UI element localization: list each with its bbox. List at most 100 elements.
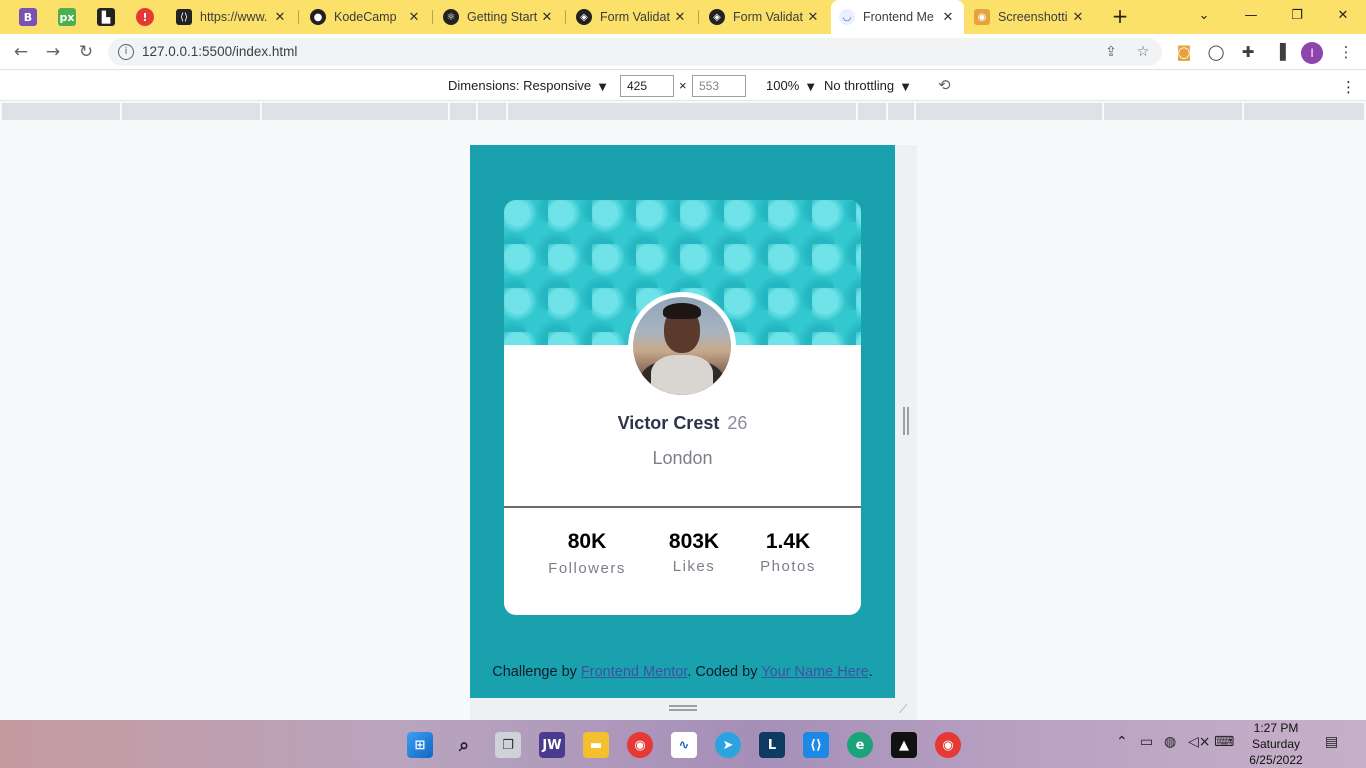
chrome-icon[interactable]: ◉: [935, 732, 961, 758]
height-input[interactable]: 553: [692, 75, 746, 97]
url-text: 127.0.0.1:5500/index.html: [142, 44, 298, 59]
rotate-icon[interactable]: ⟲: [938, 76, 951, 94]
edge-icon[interactable]: e: [847, 732, 873, 758]
keyboard-icon[interactable]: ⌨: [1214, 734, 1234, 750]
attribution-middle: . Coded by: [687, 664, 762, 680]
pinned-tab-bootstrap[interactable]: B: [17, 6, 39, 28]
site-info-icon[interactable]: i: [118, 44, 134, 60]
profile-card: Victor Crest 26 London 80K Followers 803K…: [504, 200, 861, 615]
bookmark-star-icon[interactable]: ☆: [1132, 42, 1154, 62]
avatar[interactable]: I: [1301, 42, 1323, 64]
tab-2[interactable]: ⚛ Getting Start ✕: [435, 4, 563, 30]
forward-icon[interactable]: →: [41, 40, 65, 64]
windows-start-icon[interactable]: ⊞: [407, 732, 433, 758]
close-icon[interactable]: ✕: [406, 10, 422, 25]
zoom-dropdown[interactable]: 100% ▼: [766, 78, 815, 93]
stat-label: Likes: [672, 558, 716, 575]
close-icon[interactable]: ✕: [272, 10, 288, 25]
jw-icon[interactable]: JW: [539, 732, 565, 758]
reload-icon[interactable]: ↻: [74, 40, 98, 64]
codepen-icon: ◈: [709, 9, 725, 25]
close-icon[interactable]: ✕: [1070, 10, 1086, 25]
new-tab-button[interactable]: +: [1108, 4, 1132, 30]
extension-icon[interactable]: ◯: [1205, 42, 1227, 62]
close-icon[interactable]: ✕: [940, 10, 956, 25]
dimensions-dropdown[interactable]: Dimensions: Responsive ▼: [448, 78, 606, 93]
restore-button[interactable]: ❐: [1274, 4, 1320, 30]
tab-title: Frontend Me: [863, 10, 934, 24]
libreoffice-icon[interactable]: L: [759, 732, 785, 758]
card-divider: [504, 506, 861, 508]
stocks-icon[interactable]: ∿: [671, 732, 697, 758]
media-query-bar[interactable]: [2, 103, 1364, 120]
frontend-mentor-icon: ◡: [839, 9, 855, 25]
close-icon[interactable]: ✕: [805, 10, 821, 25]
back-icon[interactable]: ←: [9, 40, 33, 64]
throttling-label: No throttling: [824, 78, 895, 93]
pinned-tab-brand[interactable]: ▙: [95, 6, 117, 28]
task-view-icon[interactable]: ❐: [495, 732, 521, 758]
resize-handle-bottom[interactable]: [669, 705, 697, 711]
file-explorer-icon[interactable]: ▬: [583, 732, 609, 758]
minimize-button[interactable]: —: [1228, 4, 1274, 30]
throttling-dropdown[interactable]: No throttling ▼: [824, 78, 909, 93]
tab-5-active[interactable]: ◡ Frontend Me ✕: [831, 0, 964, 34]
pixel-icon: px: [58, 8, 76, 26]
author-link[interactable]: Your Name Here: [761, 664, 868, 680]
screenshot-extension-icon[interactable]: ◙: [1173, 42, 1195, 62]
clock-day: Saturday: [1251, 737, 1301, 751]
windows-taskbar: ⊞ ⌕ ❐ JW ▬ ◉ ∿ ➤ L ⟨⟩ e ▲ ◉ ⌃ ▭ ◍ ◁× ⌨ 1…: [0, 720, 1366, 768]
profile-age: 26: [727, 413, 748, 433]
close-window-button[interactable]: ✕: [1320, 4, 1366, 30]
tab-title: Form Validat: [733, 10, 803, 24]
resize-handle-right[interactable]: [903, 407, 909, 435]
menu-icon[interactable]: ⋮: [1335, 42, 1357, 62]
tab-0[interactable]: ⟨⟩ https://www. ✕: [168, 4, 296, 30]
caret-down-icon: ▼: [901, 82, 910, 93]
tab-4[interactable]: ◈ Form Validat ✕: [701, 4, 829, 30]
more-options-icon[interactable]: ⋮: [1341, 78, 1356, 96]
close-icon[interactable]: ✕: [672, 10, 688, 25]
zoom-label: 100%: [766, 78, 800, 93]
tab-title: Form Validat: [600, 10, 670, 24]
web-icon: ⟨⟩: [176, 9, 192, 25]
github-icon: ●: [310, 9, 326, 25]
vscode-icon[interactable]: ⟨⟩: [803, 732, 829, 758]
chevron-up-icon[interactable]: ⌃: [1116, 734, 1128, 750]
profile-name: Victor Crest: [617, 413, 720, 433]
tab-3[interactable]: ◈ Form Validat ✕: [568, 4, 696, 30]
chrome-icon[interactable]: ◉: [627, 732, 653, 758]
photos-icon[interactable]: ▲: [891, 732, 917, 758]
volume-muted-icon[interactable]: ◁×: [1188, 734, 1211, 750]
tab-6[interactable]: ◉ Screenshotti ✕: [966, 4, 1094, 30]
clock-time: 1:27 PM: [1253, 721, 1299, 735]
react-icon: ⚛: [443, 9, 459, 25]
system-clock[interactable]: 1:27 PM Saturday 6/25/2022: [1240, 720, 1312, 768]
attribution-suffix: .: [868, 664, 873, 680]
name-row: Victor Crest 26: [504, 413, 861, 434]
screenshot-icon: ◉: [974, 9, 990, 25]
network-globe-icon[interactable]: ◍: [1164, 734, 1176, 750]
share-icon[interactable]: ⇪: [1100, 42, 1122, 62]
browser-toolbar: ← → ↻ i 127.0.0.1:5500/index.html ⇪ ☆ ◙ …: [0, 34, 1366, 70]
notifications-icon[interactable]: ▤: [1325, 734, 1338, 750]
address-bar[interactable]: i 127.0.0.1:5500/index.html ⇪ ☆: [108, 38, 1162, 66]
resize-corner-icon[interactable]: ⟋: [899, 702, 913, 716]
clock-date: 6/25/2022: [1249, 753, 1303, 767]
tab-title: KodeCamp: [334, 10, 397, 24]
frontend-mentor-link[interactable]: Frontend Mentor: [581, 664, 687, 680]
stat-value: 80K: [567, 530, 607, 553]
close-icon[interactable]: ✕: [539, 10, 555, 25]
puzzle-icon[interactable]: ✚: [1237, 42, 1259, 62]
telegram-icon[interactable]: ➤: [715, 732, 741, 758]
pinned-tab-alert[interactable]: !: [134, 6, 156, 28]
width-input[interactable]: 425: [620, 75, 674, 97]
side-panel-icon[interactable]: ▐: [1269, 42, 1291, 62]
pinned-tab-pixel[interactable]: px: [56, 6, 78, 28]
tab-1[interactable]: ● KodeCamp ✕: [302, 4, 430, 30]
tab-search-icon[interactable]: ⌄: [1181, 4, 1227, 30]
caret-down-icon: ▼: [806, 82, 815, 93]
search-icon[interactable]: ⌕: [451, 732, 477, 758]
battery-icon[interactable]: ▭: [1140, 734, 1153, 750]
brand-icon: ▙: [97, 8, 115, 26]
